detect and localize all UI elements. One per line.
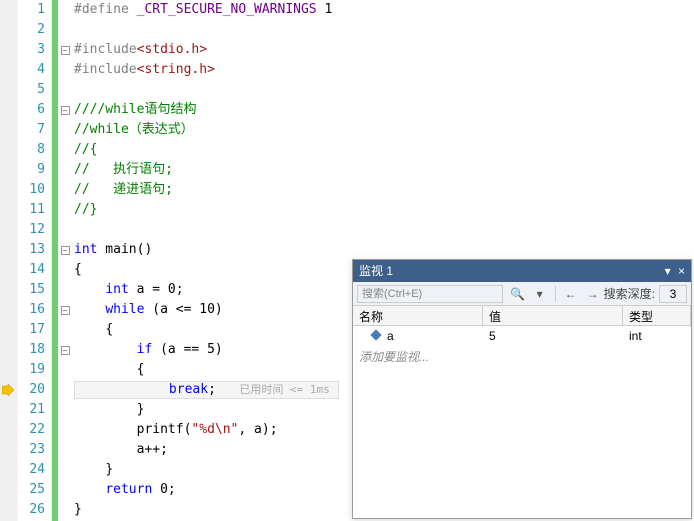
- variable-icon: [370, 329, 381, 340]
- watch-columns-header: 名称 值 类型: [353, 306, 691, 326]
- code-line[interactable]: // 递进语句;: [72, 180, 694, 200]
- code-line[interactable]: #include<stdio.h>: [72, 40, 694, 60]
- separator: [555, 286, 556, 302]
- watch-var-type: int: [623, 329, 691, 343]
- nav-forward-icon[interactable]: →: [583, 284, 603, 304]
- col-header-value[interactable]: 值: [483, 306, 623, 325]
- depth-label: 搜索深度:: [604, 285, 655, 302]
- watch-toolbar: 搜索(Ctrl+E) 🔍 ▾ ← → 搜索深度: 3: [353, 282, 691, 306]
- nav-back-icon[interactable]: ←: [561, 284, 581, 304]
- watch-var-value: 5: [483, 329, 623, 343]
- code-line[interactable]: [72, 80, 694, 100]
- fold-toggle-icon[interactable]: −: [61, 46, 70, 55]
- code-line[interactable]: //{: [72, 140, 694, 160]
- watch-row[interactable]: a 5 int: [353, 326, 691, 346]
- watch-titlebar[interactable]: 监视 1 ▾ ×: [353, 260, 691, 282]
- code-line[interactable]: [72, 220, 694, 240]
- line-number-gutter: 12345 678910 1112131415 1617181920 21222…: [18, 0, 52, 521]
- col-header-type[interactable]: 类型: [623, 306, 691, 325]
- perf-tip: 已用时间 <= 1ms: [239, 383, 329, 396]
- fold-toggle-icon[interactable]: −: [61, 106, 70, 115]
- fold-toggle-icon[interactable]: −: [61, 246, 70, 255]
- fold-toggle-icon[interactable]: −: [61, 306, 70, 315]
- code-line[interactable]: #include<string.h>: [72, 60, 694, 80]
- fold-toggle-icon[interactable]: −: [61, 346, 70, 355]
- code-line[interactable]: ////while语句结构: [72, 100, 694, 120]
- code-line[interactable]: // 执行语句;: [72, 160, 694, 180]
- execution-pointer-icon: [2, 384, 14, 396]
- col-header-name[interactable]: 名称: [353, 306, 483, 325]
- code-line[interactable]: //while（表达式）: [72, 120, 694, 140]
- breakpoint-margin[interactable]: [0, 0, 18, 521]
- close-icon[interactable]: ×: [678, 264, 685, 278]
- watch-var-name: a: [387, 329, 394, 343]
- code-line[interactable]: #define _CRT_SECURE_NO_WARNINGS 1: [72, 0, 694, 20]
- dropdown-icon[interactable]: ▾: [530, 284, 550, 304]
- fold-column[interactable]: − − − − −: [58, 0, 72, 521]
- code-line[interactable]: int main(): [72, 240, 694, 260]
- watch-panel: 监视 1 ▾ × 搜索(Ctrl+E) 🔍 ▾ ← → 搜索深度: 3 名称 值…: [352, 259, 692, 519]
- watch-search-input[interactable]: 搜索(Ctrl+E): [357, 285, 503, 303]
- code-line[interactable]: [72, 20, 694, 40]
- add-watch-placeholder[interactable]: 添加要监视...: [353, 346, 691, 367]
- depth-input[interactable]: 3: [659, 285, 687, 303]
- dropdown-icon[interactable]: ▾: [665, 264, 671, 278]
- search-icon[interactable]: 🔍: [508, 284, 528, 304]
- watch-title-label: 监视 1: [359, 260, 393, 282]
- code-line[interactable]: //}: [72, 200, 694, 220]
